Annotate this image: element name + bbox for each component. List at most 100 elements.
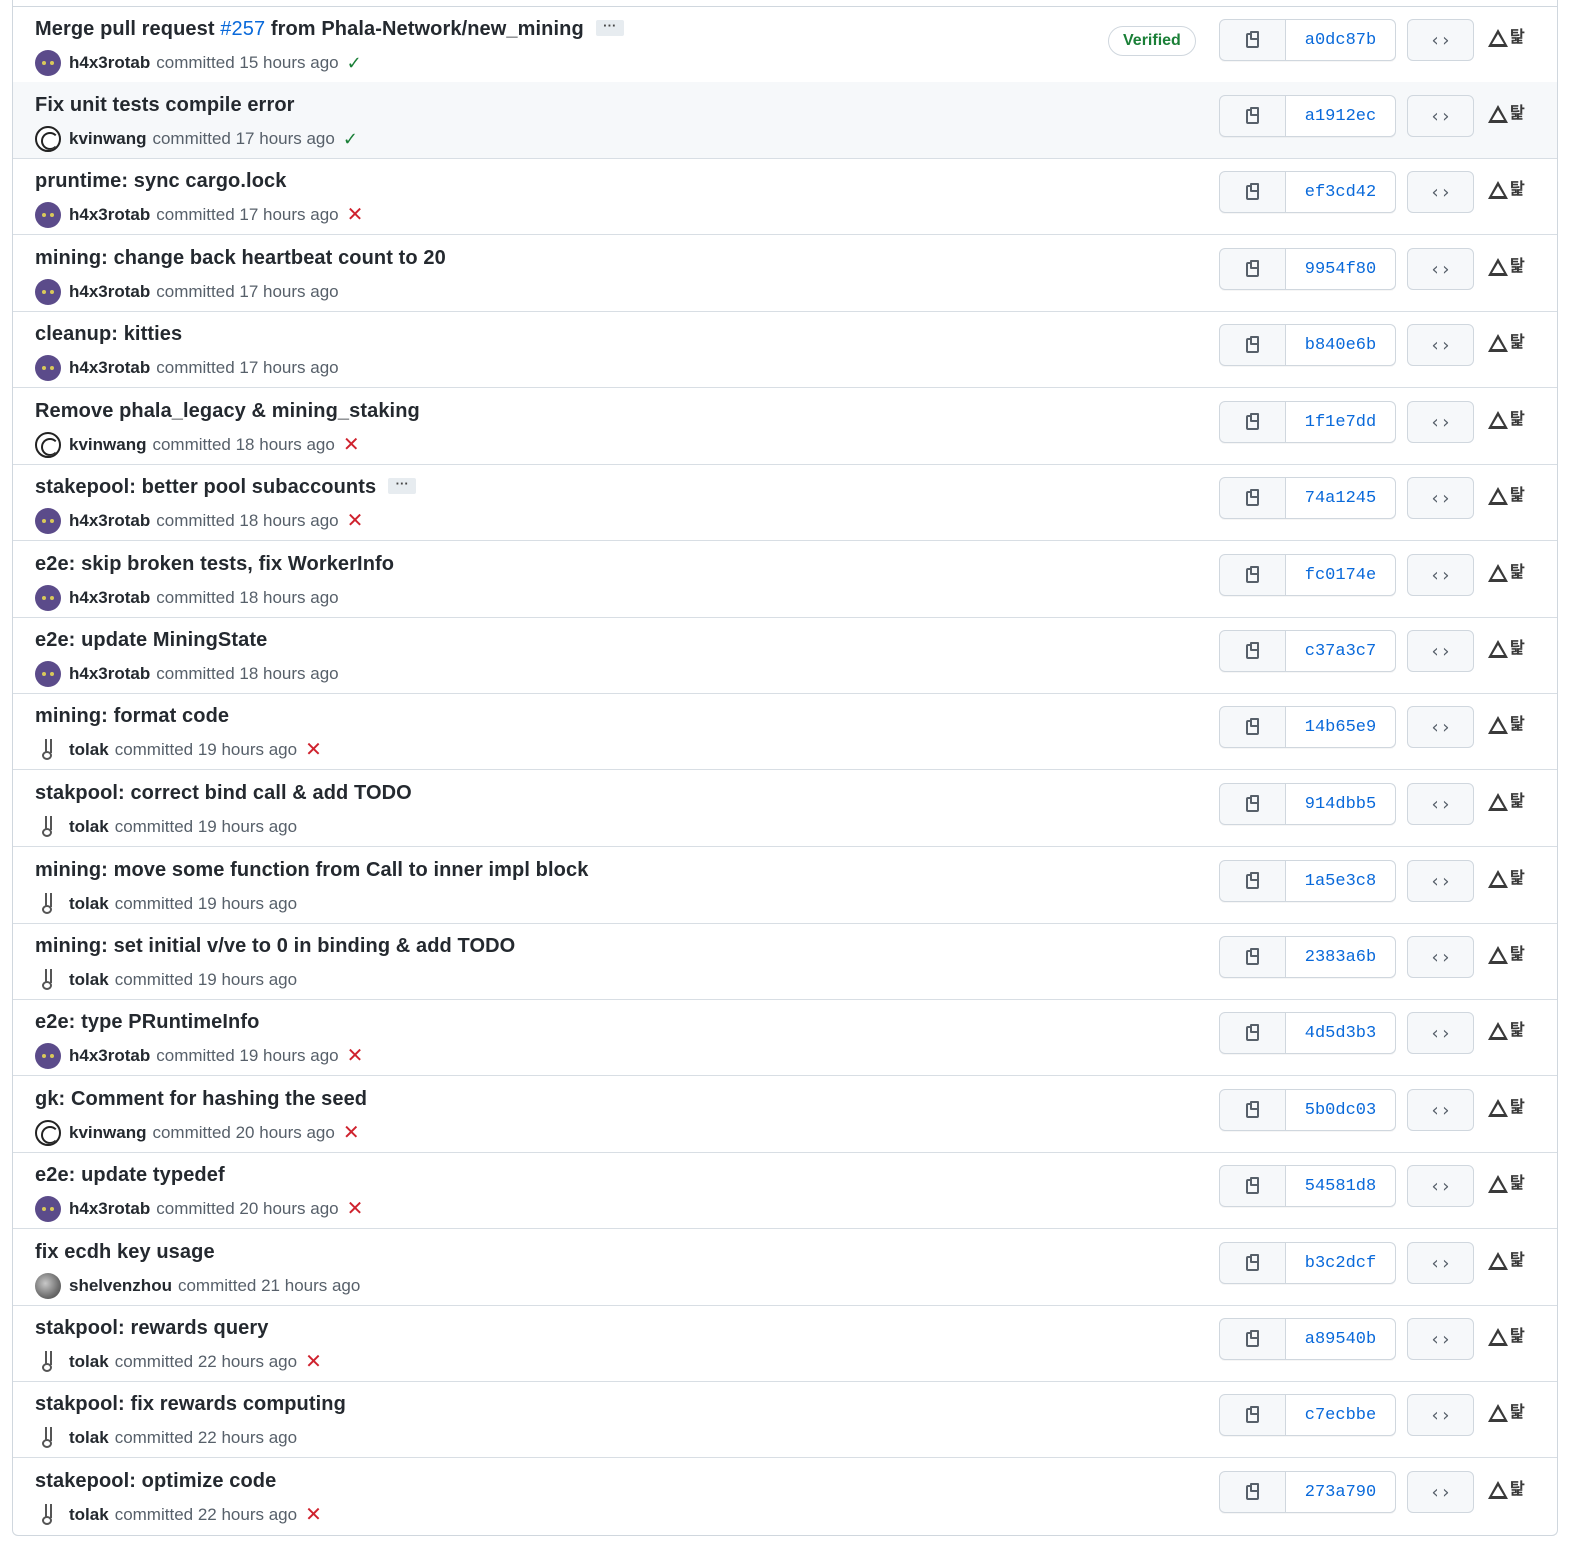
commit-sha-link[interactable]: 273a790 — [1286, 1472, 1395, 1512]
commit-sha-link[interactable]: ef3cd42 — [1286, 172, 1395, 212]
avatar[interactable] — [35, 1120, 61, 1146]
check-failed-icon[interactable]: ✕ — [343, 1123, 360, 1143]
commit-message[interactable]: cleanup: kitties — [35, 323, 182, 346]
commit-message-text[interactable]: e2e: type PRuntimeInfo — [35, 1011, 259, 1033]
browse-repo-button[interactable]: ‹ › — [1407, 19, 1474, 61]
avatar[interactable] — [35, 1349, 61, 1375]
commit-sha-link[interactable]: a89540b — [1286, 1319, 1395, 1359]
check-failed-icon[interactable]: ✕ — [305, 1352, 322, 1372]
check-failed-icon[interactable]: ✕ — [347, 1046, 364, 1066]
author-link[interactable]: shelvenzhou — [69, 1276, 172, 1296]
check-failed-icon[interactable]: ✕ — [343, 435, 360, 455]
copy-sha-button[interactable] — [1220, 707, 1286, 747]
check-failed-icon[interactable]: ✕ — [305, 1505, 322, 1525]
avatar[interactable] — [35, 737, 61, 763]
commit-message-text[interactable]: e2e: skip broken tests, fix WorkerInfo — [35, 553, 394, 575]
copy-sha-button[interactable] — [1220, 937, 1286, 977]
copy-sha-button[interactable] — [1220, 1013, 1286, 1053]
copy-sha-button[interactable] — [1220, 96, 1286, 136]
copy-sha-button[interactable] — [1220, 1166, 1286, 1206]
avatar[interactable] — [35, 50, 61, 76]
commit-message[interactable]: pruntime: sync cargo.lock — [35, 170, 286, 193]
commit-message[interactable]: fix ecdh key usage — [35, 1241, 215, 1264]
commit-message[interactable]: Fix unit tests compile error — [35, 94, 295, 117]
browse-repo-button[interactable]: ‹ › — [1407, 783, 1474, 825]
check-failed-icon[interactable]: ✕ — [305, 740, 322, 760]
copy-sha-button[interactable] — [1220, 1395, 1286, 1435]
copy-sha-button[interactable] — [1220, 172, 1286, 212]
copy-sha-button[interactable] — [1220, 784, 1286, 824]
commit-message-text[interactable]: fix ecdh key usage — [35, 1241, 215, 1263]
commit-sha-link[interactable]: 14b65e9 — [1286, 707, 1395, 747]
avatar[interactable] — [35, 126, 61, 152]
check-failed-icon[interactable]: ✕ — [347, 511, 364, 531]
avatar[interactable] — [35, 202, 61, 228]
expand-message-button[interactable]: ··· — [595, 19, 624, 36]
commit-sha-link[interactable]: c37a3c7 — [1286, 631, 1395, 671]
author-link[interactable]: kvinwang — [69, 435, 146, 455]
extension-icon[interactable]: 탍 — [1488, 943, 1528, 969]
author-link[interactable]: h4x3rotab — [69, 664, 150, 684]
commit-message-text[interactable]: e2e: update typedef — [35, 1164, 225, 1186]
commit-message[interactable]: mining: set initial v/ve to 0 in binding… — [35, 935, 515, 958]
copy-sha-button[interactable] — [1220, 1472, 1286, 1512]
copy-sha-button[interactable] — [1220, 1319, 1286, 1359]
commit-message-text-rest[interactable]: from Phala-Network/new_mining — [265, 18, 584, 40]
browse-repo-button[interactable]: ‹ › — [1407, 860, 1474, 902]
copy-sha-button[interactable] — [1220, 555, 1286, 595]
commit-message[interactable]: e2e: skip broken tests, fix WorkerInfo — [35, 553, 394, 576]
commit-message[interactable]: stakepool: better pool subaccounts ··· — [35, 476, 417, 499]
avatar[interactable] — [35, 432, 61, 458]
extension-icon[interactable]: 탍 — [1488, 1249, 1528, 1275]
commit-message-text[interactable]: mining: move some function from Call to … — [35, 859, 588, 881]
avatar[interactable] — [35, 891, 61, 917]
avatar[interactable] — [35, 279, 61, 305]
browse-repo-button[interactable]: ‹ › — [1407, 1242, 1474, 1284]
browse-repo-button[interactable]: ‹ › — [1407, 1089, 1474, 1131]
author-link[interactable]: tolak — [69, 1505, 109, 1525]
avatar[interactable] — [35, 661, 61, 687]
commit-sha-link[interactable]: fc0174e — [1286, 555, 1395, 595]
author-link[interactable]: kvinwang — [69, 1123, 146, 1143]
commit-message-text[interactable]: Merge pull request — [35, 18, 220, 40]
commit-message[interactable]: stakepool: optimize code — [35, 1470, 276, 1493]
commit-sha-link[interactable]: a0dc87b — [1286, 20, 1395, 60]
extension-icon[interactable]: 탍 — [1488, 561, 1528, 587]
commit-message-text[interactable]: stakepool: better pool subaccounts — [35, 476, 376, 498]
extension-icon[interactable]: 탍 — [1488, 102, 1528, 128]
commit-message-text[interactable]: Fix unit tests compile error — [35, 94, 295, 116]
commit-message[interactable]: stakpool: fix rewards computing — [35, 1393, 346, 1416]
commit-sha-link[interactable]: 1a5e3c8 — [1286, 861, 1395, 901]
commit-message[interactable]: e2e: type PRuntimeInfo — [35, 1011, 259, 1034]
avatar[interactable] — [35, 1502, 61, 1528]
commit-message[interactable]: gk: Comment for hashing the seed — [35, 1088, 367, 1111]
browse-repo-button[interactable]: ‹ › — [1407, 477, 1474, 519]
browse-repo-button[interactable]: ‹ › — [1407, 554, 1474, 596]
avatar[interactable] — [35, 355, 61, 381]
extension-icon[interactable]: 탍 — [1488, 713, 1528, 739]
copy-sha-button[interactable] — [1220, 1090, 1286, 1130]
author-link[interactable]: tolak — [69, 970, 109, 990]
commit-message[interactable]: Merge pull request #257 from Phala-Netwo… — [35, 18, 624, 41]
author-link[interactable]: tolak — [69, 1352, 109, 1372]
commit-message-text[interactable]: stakpool: rewards query — [35, 1317, 268, 1339]
browse-repo-button[interactable]: ‹ › — [1407, 1318, 1474, 1360]
copy-sha-button[interactable] — [1220, 402, 1286, 442]
browse-repo-button[interactable]: ‹ › — [1407, 706, 1474, 748]
avatar[interactable] — [35, 1273, 61, 1299]
avatar[interactable] — [35, 1425, 61, 1451]
extension-icon[interactable]: 탍 — [1488, 1401, 1528, 1427]
commit-sha-link[interactable]: b3c2dcf — [1286, 1243, 1395, 1283]
browse-repo-button[interactable]: ‹ › — [1407, 401, 1474, 443]
author-link[interactable]: h4x3rotab — [69, 511, 150, 531]
copy-sha-button[interactable] — [1220, 1243, 1286, 1283]
author-link[interactable]: tolak — [69, 740, 109, 760]
browse-repo-button[interactable]: ‹ › — [1407, 1165, 1474, 1207]
check-success-icon[interactable]: ✓ — [343, 129, 358, 150]
copy-sha-button[interactable] — [1220, 249, 1286, 289]
extension-icon[interactable]: 탍 — [1488, 255, 1528, 281]
extension-icon[interactable]: 탍 — [1488, 1325, 1528, 1351]
check-success-icon[interactable]: ✓ — [347, 53, 362, 74]
extension-icon[interactable]: 탍 — [1488, 484, 1528, 510]
author-link[interactable]: h4x3rotab — [69, 53, 150, 73]
